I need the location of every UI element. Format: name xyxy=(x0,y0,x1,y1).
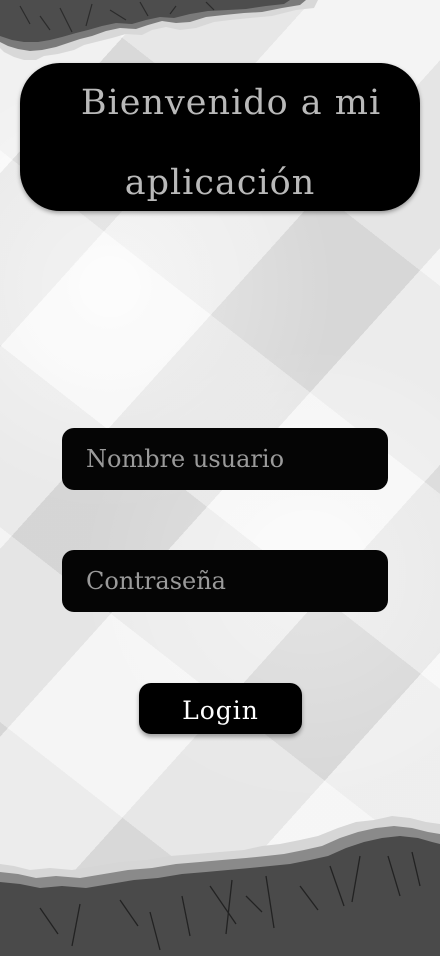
welcome-title-line-1: Bienvenido a mi xyxy=(80,83,382,123)
username-field-container xyxy=(62,428,388,490)
password-input[interactable] xyxy=(62,550,388,612)
username-input[interactable] xyxy=(62,428,388,490)
welcome-title-line-2: aplicación xyxy=(124,163,316,203)
login-button[interactable]: Login xyxy=(139,683,302,734)
password-field-container xyxy=(62,550,388,612)
welcome-title-card: Bienvenido a mi aplicación xyxy=(20,63,420,211)
